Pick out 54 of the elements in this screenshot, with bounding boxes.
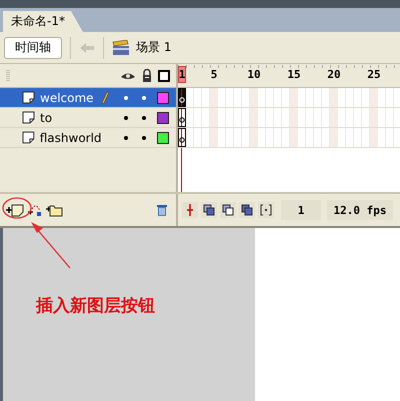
visibility-dot[interactable] (124, 96, 128, 100)
outline-icon[interactable] (158, 70, 170, 82)
frame-number: 1 (178, 66, 186, 83)
edit-frames-icon[interactable] (239, 202, 255, 218)
highlight-circle (2, 197, 32, 219)
keyframe-icon (179, 117, 185, 123)
motion-guide-icon[interactable] (27, 203, 43, 217)
layer-name: to (40, 110, 54, 124)
folder-icon[interactable] (45, 203, 63, 217)
playhead-line (181, 148, 182, 192)
layer-color-swatch[interactable] (157, 92, 169, 104)
frame-rate-field[interactable]: 12.0 fps (327, 200, 393, 220)
layer-color-swatch[interactable] (157, 112, 169, 124)
onion-skin-icon[interactable] (201, 202, 217, 218)
lock-dot[interactable] (142, 116, 146, 120)
page-icon (22, 131, 35, 144)
lock-icon[interactable] (142, 69, 152, 82)
document-tab[interactable]: 未命名-1* (3, 11, 83, 32)
grip-icon[interactable] (6, 68, 10, 82)
onion-outline-icon[interactable] (220, 202, 236, 218)
frame-ruler[interactable]: 1 5 10 15 20 25 (178, 64, 400, 88)
annotation-text: 插入新图层按钮 (36, 295, 156, 317)
keyframe-icon (179, 137, 185, 143)
center-frame-icon[interactable] (182, 202, 198, 218)
clapperboard-icon (112, 40, 130, 56)
page-icon (22, 111, 35, 124)
timeline-button[interactable]: 时间轴 (4, 36, 62, 58)
lock-dot[interactable] (142, 96, 146, 100)
layer-name: welcome (40, 90, 95, 104)
layer-row[interactable]: welcome (0, 88, 176, 108)
layer-name: flashworld (40, 130, 102, 144)
frame-track[interactable] (178, 88, 400, 108)
keyframe[interactable] (178, 108, 186, 127)
frame-number: 25 (370, 68, 378, 81)
visibility-dot[interactable] (124, 136, 128, 140)
frame-number: 5 (210, 68, 218, 81)
current-frame-field: 1 (281, 200, 321, 220)
lock-dot[interactable] (142, 136, 146, 140)
layer-color-swatch[interactable] (157, 132, 170, 144)
page-icon (22, 91, 35, 104)
frame-track[interactable] (178, 128, 400, 148)
trash-icon[interactable] (156, 203, 168, 217)
keyframe[interactable] (178, 88, 186, 107)
frame-number: 20 (330, 68, 338, 81)
keyframe[interactable] (178, 128, 186, 147)
scene-label[interactable]: 场景 1 (136, 39, 172, 56)
keyframe-icon (179, 97, 185, 103)
modify-markers-icon[interactable] (258, 202, 274, 218)
frame-number: 10 (250, 68, 258, 81)
frame-track[interactable] (178, 108, 400, 128)
annotation-arrow (31, 222, 70, 268)
visibility-dot[interactable] (124, 116, 128, 120)
insert-layer-icon[interactable] (5, 203, 25, 217)
frame-number: 15 (290, 68, 298, 81)
